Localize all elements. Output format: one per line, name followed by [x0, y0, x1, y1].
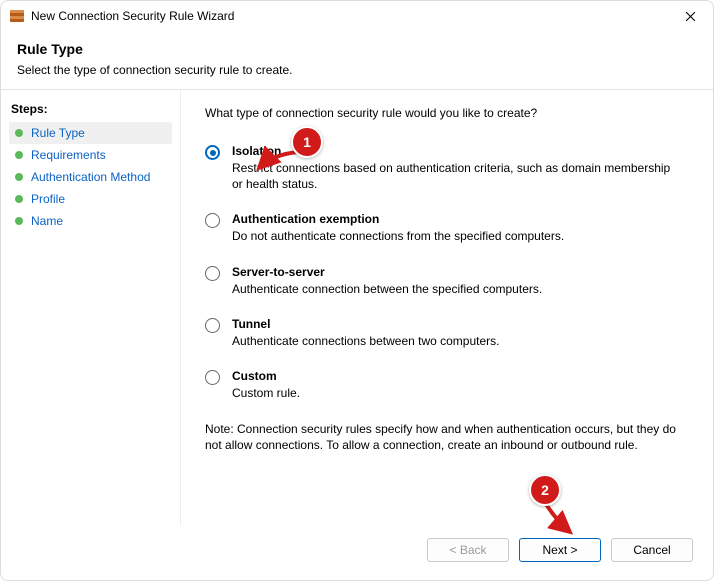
annotation-badge-1: 1 — [291, 126, 323, 158]
step-rule-type[interactable]: Rule Type — [9, 122, 172, 144]
option-desc: Authenticate connections between two com… — [232, 333, 500, 349]
step-label: Authentication Method — [31, 170, 150, 184]
options-group: Isolation Restrict connections based on … — [205, 144, 683, 401]
cancel-button[interactable]: Cancel — [611, 538, 693, 562]
window-title: New Connection Security Rule Wizard — [31, 9, 675, 23]
radio-authentication-exemption[interactable] — [205, 213, 220, 228]
option-label: Authentication exemption — [232, 212, 564, 226]
option-texts: Server-to-server Authenticate connection… — [232, 265, 542, 297]
step-requirements[interactable]: Requirements — [9, 144, 172, 166]
step-profile[interactable]: Profile — [9, 188, 172, 210]
wizard-window: New Connection Security Rule Wizard Rule… — [0, 0, 714, 581]
back-button[interactable]: < Back — [427, 538, 509, 562]
option-desc: Custom rule. — [232, 385, 300, 401]
content-area: What type of connection security rule wo… — [181, 90, 713, 526]
option-label: Server-to-server — [232, 265, 542, 279]
step-label: Name — [31, 214, 63, 228]
option-tunnel[interactable]: Tunnel Authenticate connections between … — [205, 317, 683, 349]
radio-isolation[interactable] — [205, 145, 220, 160]
wizard-header: Rule Type Select the type of connection … — [1, 31, 713, 89]
option-desc: Do not authenticate connections from the… — [232, 228, 564, 244]
note-text: Note: Connection security rules specify … — [205, 421, 683, 453]
radio-server-to-server[interactable] — [205, 266, 220, 281]
option-texts: Tunnel Authenticate connections between … — [232, 317, 500, 349]
option-authentication-exemption[interactable]: Authentication exemption Do not authenti… — [205, 212, 683, 244]
step-bullet-icon — [15, 151, 23, 159]
titlebar: New Connection Security Rule Wizard — [1, 1, 713, 31]
close-icon — [685, 11, 696, 22]
step-label: Requirements — [31, 148, 106, 162]
step-bullet-icon — [15, 217, 23, 225]
firewall-icon — [9, 8, 25, 24]
option-server-to-server[interactable]: Server-to-server Authenticate connection… — [205, 265, 683, 297]
next-button[interactable]: Next > — [519, 538, 601, 562]
option-label: Custom — [232, 369, 300, 383]
option-texts: Custom Custom rule. — [232, 369, 300, 401]
steps-heading: Steps: — [11, 102, 172, 116]
radio-custom[interactable] — [205, 370, 220, 385]
question-text: What type of connection security rule wo… — [205, 106, 683, 120]
step-bullet-icon — [15, 129, 23, 137]
option-desc: Authenticate connection between the spec… — [232, 281, 542, 297]
option-label: Tunnel — [232, 317, 500, 331]
radio-tunnel[interactable] — [205, 318, 220, 333]
option-custom[interactable]: Custom Custom rule. — [205, 369, 683, 401]
step-bullet-icon — [15, 173, 23, 181]
page-title: Rule Type — [17, 41, 697, 57]
step-name[interactable]: Name — [9, 210, 172, 232]
step-bullet-icon — [15, 195, 23, 203]
option-desc: Restrict connections based on authentica… — [232, 160, 683, 192]
option-texts: Authentication exemption Do not authenti… — [232, 212, 564, 244]
annotation-number: 1 — [303, 134, 311, 150]
page-subtitle: Select the type of connection security r… — [17, 63, 697, 77]
wizard-footer: < Back Next > Cancel — [1, 526, 713, 580]
step-authentication-method[interactable]: Authentication Method — [9, 166, 172, 188]
steps-sidebar: Steps: Rule Type Requirements Authentica… — [1, 90, 181, 526]
annotation-badge-2: 2 — [529, 474, 561, 506]
option-isolation[interactable]: Isolation Restrict connections based on … — [205, 144, 683, 192]
step-label: Rule Type — [31, 126, 85, 140]
annotation-number: 2 — [541, 482, 549, 498]
wizard-body: Steps: Rule Type Requirements Authentica… — [1, 90, 713, 526]
close-button[interactable] — [675, 1, 705, 31]
step-label: Profile — [31, 192, 65, 206]
